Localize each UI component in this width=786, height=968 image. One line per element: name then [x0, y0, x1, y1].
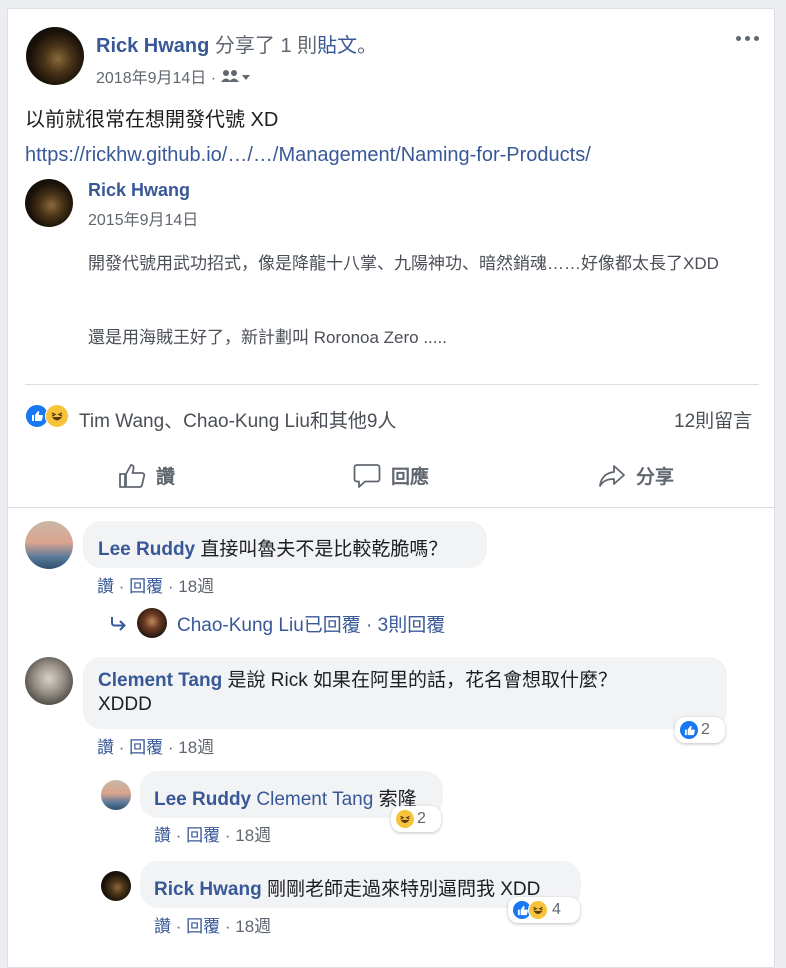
like-button-label: 讚 — [156, 467, 176, 488]
reply-like-link[interactable]: 讚 — [154, 917, 171, 936]
share-button[interactable]: 分享 — [598, 462, 674, 489]
share-button-label: 分享 — [636, 467, 675, 488]
comment-author[interactable]: Lee Ruddy — [98, 539, 195, 560]
shared-author-avatar[interactable] — [25, 179, 73, 227]
comments-count[interactable]: 12則留言 — [674, 406, 752, 433]
like-reaction-icon — [679, 720, 699, 740]
comment-button-label: 回應 — [391, 467, 430, 488]
commenter-avatar[interactable] — [25, 521, 73, 569]
commenter-avatar[interactable] — [25, 657, 73, 705]
haha-reaction-icon — [395, 809, 415, 829]
friends-icon[interactable] — [221, 69, 251, 83]
comment-reaction-badge[interactable]: 2 — [675, 717, 725, 743]
comment-bubble: Lee Ruddy 直接叫魯夫不是比較乾脆嗎？ — [83, 521, 487, 568]
reply-mention[interactable]: Clement Tang — [256, 789, 373, 810]
post-date[interactable]: 2018年9月14日 · — [96, 64, 216, 88]
reply-author[interactable]: Lee Ruddy — [154, 789, 251, 810]
comment-reply-link[interactable]: 回覆 — [129, 738, 163, 757]
like-button[interactable]: 讚 — [118, 462, 175, 489]
post-meta: 2018年9月14日 · — [96, 64, 251, 88]
comment-bubble: Clement Tang 是說 Rick 如果在阿里的話，花名會想取什麼？ XD… — [83, 657, 727, 729]
post-url[interactable]: https://rickhw.github.io/…/…/Management/… — [25, 144, 591, 167]
reply-arrow-icon — [111, 617, 126, 631]
thumbs-up-icon — [119, 463, 146, 488]
reply-summary[interactable]: Chao-Kung Liu已回覆 · 3則回覆 — [109, 608, 445, 638]
comment-like-link[interactable]: 讚 — [97, 738, 114, 757]
shared-paragraph-2: 還是用海賊王好了，新計劃叫 Roronoa Zero ..... — [88, 328, 447, 347]
post-body: 以前就很常在想開發代號 XD — [25, 109, 279, 131]
comment-time[interactable]: 18週 — [178, 738, 214, 757]
comment-text: 直接叫魯夫不是比較乾脆嗎？ — [200, 539, 448, 560]
comment-actions: 讚 · 回覆 · 18週 — [97, 577, 215, 596]
comment-actions: 讚 · 回覆 · 18週 — [97, 738, 215, 757]
author-name[interactable]: Rick Hwang — [96, 35, 209, 57]
reply-avatar[interactable] — [101, 780, 131, 810]
share-icon — [599, 464, 625, 487]
more-dots-icon[interactable] — [736, 31, 764, 45]
post-header-line: Rick Hwang 分享了 1 則貼文。 — [96, 29, 377, 58]
reply-time[interactable]: 18週 — [235, 917, 271, 936]
reply-author[interactable]: Rick Hwang — [154, 879, 262, 900]
divider — [25, 384, 759, 385]
comment-like-link[interactable]: 讚 — [97, 577, 114, 596]
reaction-count: 2 — [417, 810, 426, 827]
comment-text-line-2: XDDD — [98, 694, 152, 715]
reply-summary-text: Chao-Kung Liu已回覆 · 3則回覆 — [177, 614, 446, 636]
comment-text: 是說 Rick 如果在阿里的話，花名會想取什麼？ — [227, 670, 618, 691]
reply-reply-link[interactable]: 回覆 — [186, 826, 220, 845]
shared-post-link[interactable]: 貼文 — [317, 35, 357, 57]
shared-author-name[interactable]: Rick Hwang — [88, 180, 190, 201]
reaction-count: 2 — [701, 721, 710, 738]
reply-like-link[interactable]: 讚 — [154, 826, 171, 845]
haha-reaction-icon — [45, 404, 69, 428]
reaction-count: 4 — [552, 901, 561, 918]
reaction-summary[interactable]: Tim Wang、Chao-Kung Liu和其他9人 — [79, 406, 396, 433]
reply-avatar — [137, 608, 167, 638]
shared-end: 。 — [357, 35, 378, 57]
comment-author[interactable]: Clement Tang — [98, 670, 222, 691]
reaction-icons[interactable] — [25, 404, 75, 428]
haha-reaction-icon — [528, 900, 548, 920]
reply-avatar[interactable] — [101, 871, 131, 901]
comment-button[interactable]: 回應 — [353, 462, 429, 489]
reply-reaction-badge[interactable]: 4 — [508, 897, 580, 923]
reply-reaction-badge[interactable]: 2 — [391, 806, 441, 832]
post-card: Rick Hwang 分享了 1 則貼文。 2018年9月14日 · 以前就很常… — [7, 8, 775, 968]
author-avatar[interactable] — [26, 27, 84, 85]
comment-icon — [353, 463, 381, 488]
comment-reply-link[interactable]: 回覆 — [129, 577, 163, 596]
reply-text: 剛剛老師走過來特別逼問我 XDD — [266, 879, 541, 900]
reply-reply-link[interactable]: 回覆 — [186, 917, 220, 936]
reply-actions: 讚 · 回覆 · 18週 — [154, 917, 272, 936]
reply-time[interactable]: 18週 — [235, 826, 271, 845]
comment-time[interactable]: 18週 — [178, 577, 214, 596]
shared-paragraph-1: 開發代號用武功招式，像是降龍十八掌、九陽神功、暗然銷魂……好像都太長了XDD — [88, 254, 719, 273]
comments-divider — [8, 507, 774, 508]
reply-actions: 讚 · 回覆 · 18週 — [154, 826, 272, 845]
shared-text: 分享了 1 則 — [214, 35, 318, 57]
shared-date[interactable]: 2015年9月14日 — [88, 206, 198, 230]
